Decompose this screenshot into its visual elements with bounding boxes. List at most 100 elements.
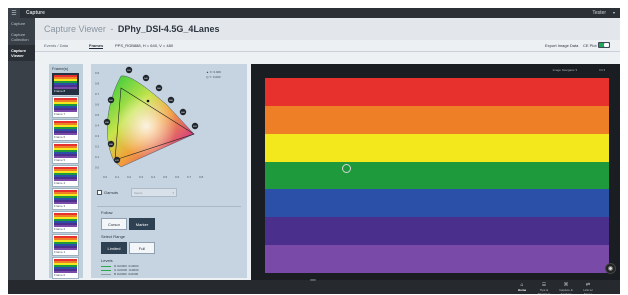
gamut-checkbox-row[interactable]: Gamuts: [97, 190, 118, 195]
frame-thumbnail[interactable]: Frame 6: [52, 119, 79, 141]
page-title: DPhy_DSI-4.5G_4Lanes: [117, 24, 220, 34]
level-name: B: [114, 272, 117, 276]
sidebar: Capture Capture Collection Capture Viewe…: [8, 18, 35, 280]
bottom-nav-link[interactable]: ⇄ Link w/ Scope: [579, 282, 597, 294]
frame-thumbnail-label: Frame 8: [54, 89, 66, 93]
frame-thumbnail-label: Frame 1: [54, 250, 66, 254]
wavelength-marker: 470: [113, 156, 121, 164]
frame-thumbnail-image: [54, 259, 77, 273]
frame-thumbnail-label: Frame 4: [54, 181, 66, 185]
page-header: Capture Viewer - DPhy_DSI-4.5G_4Lanes: [35, 18, 620, 40]
color-bar-stripe: [265, 133, 609, 162]
gamut-dropdown[interactable]: Select ▾: [131, 188, 177, 197]
y-tick-label: 0.1: [95, 155, 100, 159]
assistant-icon[interactable]: ◉: [605, 263, 616, 274]
capture-format-info: PPS_RGB888, H = 640, V = 480: [115, 43, 174, 48]
frame-thumbnail-image: [54, 190, 77, 204]
breadcrumb-separator: -: [110, 24, 114, 34]
wavelength-marker: 480: [107, 140, 115, 148]
app-title: Capture: [26, 10, 45, 16]
captured-frame-image[interactable]: [265, 78, 609, 273]
sidebar-item-capture-viewer[interactable]: Capture Viewer: [8, 45, 35, 61]
gamut-checkbox-label: Gamuts: [104, 190, 119, 195]
y-tick-label: 0.5: [95, 113, 100, 117]
viewer-toolbar: Image Navigator ▾ Fit ▾: [251, 64, 617, 74]
cie-panel: 0.9 0.8 0.7 0.6 0.5 0.4 0.3 0.2 0.1 0.0 0.0 0.1 0.2 0…: [91, 64, 247, 278]
wavelength-marker: 500: [107, 96, 115, 104]
y-tick-label: 0.8: [95, 82, 100, 86]
user-menu[interactable]: Tester: [592, 10, 606, 16]
frame-thumbnail[interactable]: Frame 4: [52, 165, 79, 187]
wavelength-marker: 520: [125, 66, 133, 74]
image-viewer[interactable]: Image Navigator ▾ Fit ▾ ◉: [251, 64, 620, 280]
y-tick-label: 0.0: [95, 166, 100, 170]
gamut-dropdown-placeholder: Select: [134, 191, 143, 195]
bottom-nav-label: Tips & Shortcuts: [537, 288, 551, 294]
bottom-nav-label: Home: [517, 288, 527, 292]
color-bar-stripe: [265, 105, 609, 134]
range-full-button[interactable]: Full: [129, 242, 155, 254]
x-tick-label: 0.2: [127, 175, 132, 179]
x-tick-label: 0.4: [151, 175, 156, 179]
follow-label: Follow: [101, 210, 113, 215]
select-range-label: Select Range: [101, 234, 126, 239]
frame-thumbnail[interactable]: Frame 7: [52, 96, 79, 118]
white-point-marker[interactable]: [146, 99, 150, 103]
y-tick-label: 0.6: [95, 103, 100, 107]
tabs-row: Events / Data Frames PPS_RGB888, H = 640…: [35, 40, 620, 52]
bottom-nav-capture[interactable]: ⌘ Capture & Analysis: [557, 282, 575, 294]
range-limited-button[interactable]: Limited: [101, 242, 127, 254]
x-tick-label: 0.6: [175, 175, 180, 179]
frame-thumbnail[interactable]: Frame 3: [52, 188, 79, 210]
marker-cursor-icon[interactable]: [342, 164, 351, 173]
frame-thumbnail-image: [54, 167, 77, 181]
frame-thumbnail[interactable]: Frame 5: [52, 142, 79, 164]
chevron-down-icon[interactable]: ▾: [613, 10, 615, 15]
bottom-bar: ⌂ Home ☰ Tips & Shortcuts ⌘ Capture & Analysi…: [8, 279, 620, 294]
level-row-b: B 0x0000 0x0000: [101, 272, 138, 276]
fit-dropdown[interactable]: Fit ▾: [599, 68, 605, 72]
bottom-nav-home[interactable]: ⌂ Home: [513, 282, 531, 292]
level-bar: [101, 273, 111, 275]
color-bar-stripe: [265, 78, 609, 106]
frame-thumbnail-label: Frame 7: [54, 112, 66, 116]
tab-frames[interactable]: Frames: [89, 43, 104, 49]
levels-label: Levels: [101, 258, 113, 263]
wavelength-marker: 600: [179, 108, 187, 116]
hamburger-icon[interactable]: ☰: [8, 8, 20, 18]
tab-events-data[interactable]: Events / Data: [44, 43, 68, 48]
wavelength-marker: 560: [155, 84, 163, 92]
legend-y: ◎ Y: 0.000: [206, 75, 221, 79]
frame-thumbnail-image: [54, 121, 77, 135]
cie-legend: ▲ X: 0.000 ◎ Y: 0.000: [206, 70, 221, 80]
drawer-handle[interactable]: [310, 279, 316, 281]
frame-thumbnail[interactable]: Frame 2: [52, 211, 79, 233]
ce-plot-toggle[interactable]: [598, 42, 610, 48]
bottom-nav-tips[interactable]: ☰ Tips & Shortcuts: [535, 282, 553, 294]
frame-thumbnail-image: [54, 144, 77, 158]
frame-thumbnail[interactable]: Frame 8: [52, 73, 79, 95]
follow-marker-button[interactable]: Marker: [129, 218, 155, 230]
sidebar-item-capture-collection[interactable]: Capture Collection: [8, 29, 35, 45]
bottom-nav-label: Capture & Analysis: [559, 288, 573, 294]
y-tick-label: 0.7: [95, 92, 100, 96]
x-tick-label: 0.0: [103, 175, 108, 179]
app-window: ☰ Capture Tester ▾ Capture Capture Colle…: [8, 8, 620, 294]
frame-thumbnail-label: Frame 6: [54, 135, 66, 139]
frame-thumbnail-image: [54, 98, 77, 112]
image-navigator-button[interactable]: Image Navigator ▾: [553, 68, 577, 72]
breadcrumb-root[interactable]: Capture Viewer: [44, 24, 106, 34]
x-tick-label: 0.8: [199, 175, 204, 179]
frame-thumbnail-image: [54, 75, 77, 89]
frames-panel: Frame(s) Frame 8 Frame 7 Frame 6 Frame 5 Fra…: [49, 64, 83, 279]
frame-thumbnail[interactable]: Frame 1: [52, 234, 79, 256]
export-image-data-label: Export Image Data: [545, 43, 579, 48]
follow-cursor-button[interactable]: Cursor: [101, 218, 127, 230]
frame-thumbnail[interactable]: Frame 0: [52, 257, 79, 279]
chevron-down-icon: ▾: [172, 191, 174, 195]
x-tick-label: 0.7: [187, 175, 192, 179]
sidebar-item-capture[interactable]: Capture: [8, 18, 35, 29]
color-bar-stripe: [265, 161, 609, 190]
gamut-checkbox[interactable]: [97, 190, 102, 195]
y-tick-label: 0.3: [95, 134, 100, 138]
